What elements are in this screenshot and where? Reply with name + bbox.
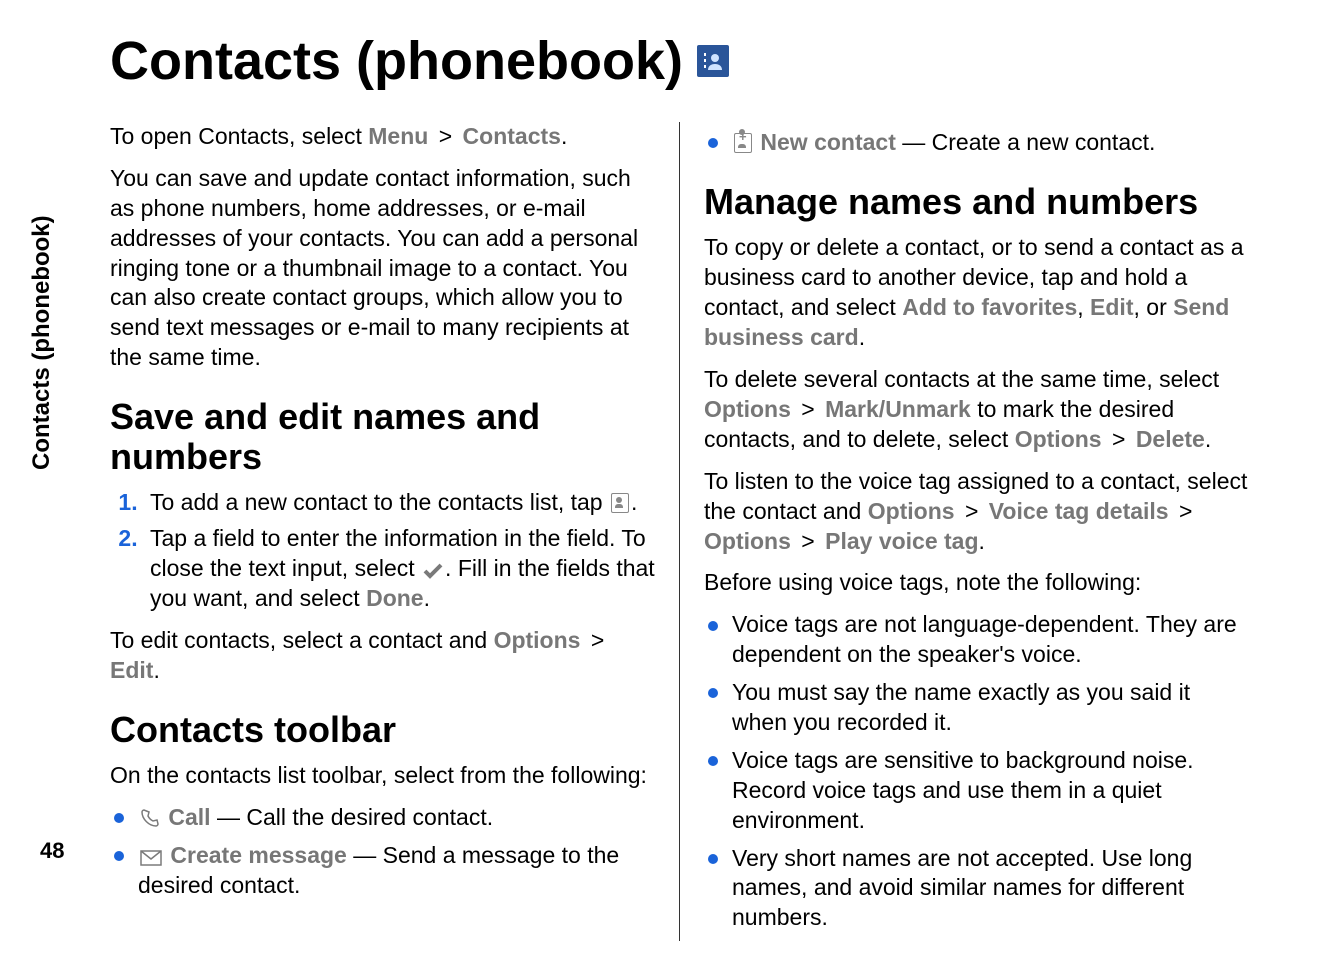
voice-tag-details-label: Voice tag details bbox=[989, 498, 1169, 524]
manage-paragraph-2: To delete several contacts at the same t… bbox=[704, 365, 1250, 455]
save-edit-steps: To add a new contact to the contacts lis… bbox=[110, 488, 655, 614]
heading-manage: Manage names and numbers bbox=[704, 182, 1250, 222]
delete-label: Delete bbox=[1136, 426, 1205, 452]
page-number: 48 bbox=[40, 838, 64, 864]
section-side-label: Contacts (phonebook) bbox=[28, 215, 56, 470]
voice-note-2: You must say the name exactly as you sai… bbox=[704, 678, 1250, 738]
edit-contacts-instruction: To edit contacts, select a contact and O… bbox=[110, 626, 655, 686]
call-desc: — Call the desired contact. bbox=[217, 804, 493, 830]
text: . bbox=[859, 324, 865, 350]
text: . bbox=[153, 657, 159, 683]
left-column: To open Contacts, select Menu > Contacts… bbox=[110, 122, 680, 941]
voice-notes-intro: Before using voice tags, note the follow… bbox=[704, 568, 1250, 598]
create-message-label: Create message bbox=[170, 842, 346, 868]
add-contact-card-icon bbox=[611, 493, 629, 513]
voice-note-3: Voice tags are sensitive to background n… bbox=[704, 746, 1250, 836]
toolbar-item-create-message: Create message — Send a message to the d… bbox=[110, 841, 655, 901]
separator: > bbox=[965, 498, 978, 524]
play-voice-tag-label: Play voice tag bbox=[825, 528, 978, 554]
step-1: To add a new contact to the contacts lis… bbox=[144, 488, 655, 518]
text: , or bbox=[1134, 294, 1174, 320]
toolbar-intro: On the contacts list toolbar, select fro… bbox=[110, 761, 655, 791]
toolbar-item-new-contact: New contact — Create a new contact. bbox=[704, 128, 1250, 158]
options-label: Options bbox=[704, 396, 791, 422]
heading-contacts-toolbar: Contacts toolbar bbox=[110, 710, 655, 750]
done-label: Done bbox=[366, 585, 424, 611]
checkmark-icon bbox=[423, 557, 443, 573]
mark-unmark-label: Mark/Unmark bbox=[825, 396, 971, 422]
separator: > bbox=[591, 627, 604, 653]
new-contact-desc: — Create a new contact. bbox=[902, 129, 1155, 155]
separator: > bbox=[801, 396, 814, 422]
add-favorites-label: Add to favorites bbox=[902, 294, 1077, 320]
toolbar-item-call: Call — Call the desired contact. bbox=[110, 803, 655, 833]
edit-label: Edit bbox=[1090, 294, 1133, 320]
separator: > bbox=[1179, 498, 1192, 524]
separator: > bbox=[801, 528, 814, 554]
page-title: Contacts (phonebook) bbox=[110, 30, 1262, 92]
text: . bbox=[631, 489, 637, 515]
right-column: New contact — Create a new contact. Mana… bbox=[680, 122, 1250, 941]
intro-description: You can save and update contact informat… bbox=[110, 164, 655, 373]
edit-label: Edit bbox=[110, 657, 153, 683]
envelope-icon bbox=[140, 844, 162, 860]
separator: > bbox=[439, 123, 452, 149]
options-label: Options bbox=[868, 498, 955, 524]
manage-paragraph-1: To copy or delete a contact, or to send … bbox=[704, 233, 1250, 353]
phone-icon bbox=[140, 806, 160, 826]
voice-notes-list: Voice tags are not language-dependent. T… bbox=[704, 610, 1250, 933]
text: , bbox=[1077, 294, 1090, 320]
contacts-label: Contacts bbox=[463, 123, 561, 149]
voice-note-4: Very short names are not accepted. Use l… bbox=[704, 844, 1250, 934]
open-contacts-instruction: To open Contacts, select Menu > Contacts… bbox=[110, 122, 655, 152]
call-label: Call bbox=[168, 804, 210, 830]
options-label: Options bbox=[704, 528, 791, 554]
options-label: Options bbox=[1015, 426, 1102, 452]
text: To edit contacts, select a contact and bbox=[110, 627, 494, 653]
options-label: Options bbox=[494, 627, 581, 653]
text: . bbox=[1205, 426, 1211, 452]
toolbar-list-continued: New contact — Create a new contact. bbox=[704, 128, 1250, 158]
text: . bbox=[979, 528, 985, 554]
page-title-text: Contacts (phonebook) bbox=[110, 30, 683, 92]
content-columns: To open Contacts, select Menu > Contacts… bbox=[90, 122, 1262, 941]
step-2: Tap a field to enter the information in … bbox=[144, 524, 655, 614]
heading-save-edit: Save and edit names and numbers bbox=[110, 397, 655, 476]
page: Contacts (phonebook) 48 Contacts (phoneb… bbox=[0, 0, 1322, 954]
separator: > bbox=[1112, 426, 1125, 452]
toolbar-list: Call — Call the desired contact. Create … bbox=[110, 803, 655, 901]
text: To delete several contacts at the same t… bbox=[704, 366, 1219, 392]
text: . bbox=[424, 585, 430, 611]
manage-paragraph-3: To listen to the voice tag assigned to a… bbox=[704, 467, 1250, 557]
text: To open Contacts, select bbox=[110, 123, 368, 149]
text: . bbox=[561, 123, 567, 149]
voice-note-1: Voice tags are not language-dependent. T… bbox=[704, 610, 1250, 670]
menu-label: Menu bbox=[368, 123, 428, 149]
text: To add a new contact to the contacts lis… bbox=[150, 489, 609, 515]
new-contact-card-icon bbox=[734, 133, 752, 153]
new-contact-label: New contact bbox=[760, 129, 895, 155]
contacts-app-icon bbox=[697, 45, 729, 77]
